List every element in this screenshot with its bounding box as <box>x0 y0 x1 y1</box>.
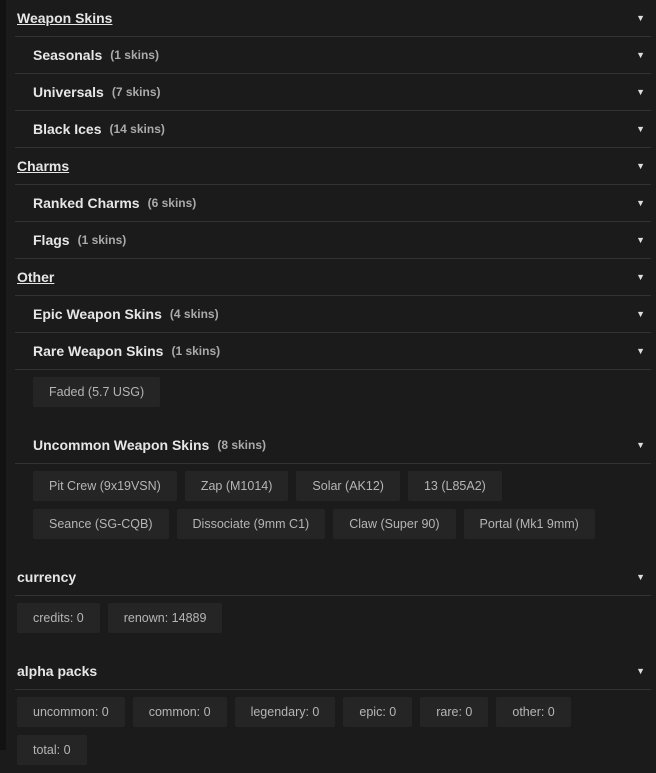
row-title: Black Ices <box>33 121 102 137</box>
chevron-down-icon[interactable]: ▼ <box>636 666 645 676</box>
item-chip[interactable]: Zap (M1014) <box>184 471 289 501</box>
chevron-down-icon[interactable]: ▼ <box>636 235 645 245</box>
skin-count: (1 skins) <box>110 48 159 62</box>
chevron-down-icon[interactable]: ▼ <box>636 309 645 319</box>
section-header-currency[interactable]: currency ▼ <box>15 559 651 596</box>
row-title: currency <box>17 569 77 585</box>
chevron-down-icon[interactable]: ▼ <box>636 198 645 208</box>
skin-count: (14 skins) <box>109 122 165 136</box>
item-chip[interactable]: rare: 0 <box>420 697 489 727</box>
chip-list: Pit Crew (9x19VSN) Zap (M1014) Solar (AK12… <box>15 464 651 547</box>
row-title: Weapon Skins <box>17 10 113 26</box>
skin-count: (8 skins) <box>217 438 267 452</box>
section-header-charms[interactable]: Charms ▼ <box>15 148 651 185</box>
row-title: Charms <box>17 158 70 174</box>
chevron-down-icon[interactable]: ▼ <box>636 272 645 282</box>
chip-list: Faded (5.7 USG) <box>15 370 651 415</box>
skin-count: (6 skins) <box>147 196 197 210</box>
row-title: Uncommon Weapon Skins <box>33 437 210 453</box>
item-chip[interactable]: total: 0 <box>17 735 87 765</box>
chevron-down-icon[interactable]: ▼ <box>636 13 645 23</box>
skin-count: (1 skins) <box>171 344 221 358</box>
row-title: Epic Weapon Skins <box>33 306 162 322</box>
row-title: Seasonals <box>33 47 103 63</box>
skin-count: (1 skins) <box>77 233 127 247</box>
subsection-black-ices[interactable]: Black Ices (14 skins) ▼ <box>15 111 651 148</box>
section-header-other[interactable]: Other ▼ <box>15 259 651 296</box>
inventory-panel: Weapon Skins ▼ Seasonals (1 skins) ▼ Universa… <box>15 0 651 773</box>
item-chip[interactable]: epic: 0 <box>343 697 413 727</box>
chip-list: credits: 0 renown: 14889 <box>15 596 651 641</box>
row-title: alpha packs <box>17 663 98 679</box>
item-chip[interactable]: Portal (Mk1 9mm) <box>463 509 595 539</box>
chevron-down-icon[interactable]: ▼ <box>636 346 645 356</box>
item-chip[interactable]: Seance (SG-CQB) <box>33 509 169 539</box>
item-chip[interactable]: other: 0 <box>496 697 571 727</box>
item-chip[interactable]: Claw (Super 90) <box>333 509 456 539</box>
item-chip[interactable]: renown: 14889 <box>107 603 223 633</box>
item-chip[interactable]: legendary: 0 <box>234 697 336 727</box>
row-title: Rare Weapon Skins <box>33 343 164 359</box>
chevron-down-icon[interactable]: ▼ <box>636 50 645 60</box>
row-title: Ranked Charms <box>33 195 140 211</box>
skin-count: (7 skins) <box>111 85 161 99</box>
item-chip[interactable]: Dissociate (9mm C1) <box>176 509 326 539</box>
chevron-down-icon[interactable]: ▼ <box>636 161 645 171</box>
section-header-weapon-skins[interactable]: Weapon Skins ▼ <box>15 0 651 37</box>
chevron-down-icon[interactable]: ▼ <box>636 440 645 450</box>
section-header-alpha-packs[interactable]: alpha packs ▼ <box>15 653 651 690</box>
chevron-down-icon[interactable]: ▼ <box>636 124 645 134</box>
item-chip[interactable]: common: 0 <box>132 697 227 727</box>
subsection-epic-weapon-skins[interactable]: Epic Weapon Skins (4 skins) ▼ <box>15 296 651 333</box>
subsection-uncommon-weapon-skins[interactable]: Uncommon Weapon Skins (8 skins) ▼ <box>15 427 651 464</box>
item-chip[interactable]: Pit Crew (9x19VSN) <box>33 471 177 501</box>
subsection-ranked-charms[interactable]: Ranked Charms (6 skins) ▼ <box>15 185 651 222</box>
chevron-down-icon[interactable]: ▼ <box>636 572 645 582</box>
subsection-rare-weapon-skins[interactable]: Rare Weapon Skins (1 skins) ▼ <box>15 333 651 370</box>
item-chip[interactable]: uncommon: 0 <box>17 697 125 727</box>
chip-list: uncommon: 0 common: 0 legendary: 0 epic: 0r… <box>15 690 651 773</box>
subsection-universals[interactable]: Universals (7 skins) ▼ <box>15 74 651 111</box>
item-chip[interactable]: Faded (5.7 USG) <box>33 377 161 407</box>
item-chip[interactable]: credits: 0 <box>17 603 100 633</box>
left-edge <box>0 0 6 750</box>
item-chip[interactable]: Solar (AK12) <box>296 471 400 501</box>
skin-count: (4 skins) <box>169 307 219 321</box>
subsection-seasonals[interactable]: Seasonals (1 skins) ▼ <box>15 37 651 74</box>
chevron-down-icon[interactable]: ▼ <box>636 87 645 97</box>
subsection-flags[interactable]: Flags (1 skins) ▼ <box>15 222 651 259</box>
item-chip[interactable]: 13 (L85A2) <box>407 471 502 501</box>
row-title: Flags <box>33 232 70 248</box>
row-title: Other <box>17 269 55 285</box>
row-title: Universals <box>33 84 104 100</box>
